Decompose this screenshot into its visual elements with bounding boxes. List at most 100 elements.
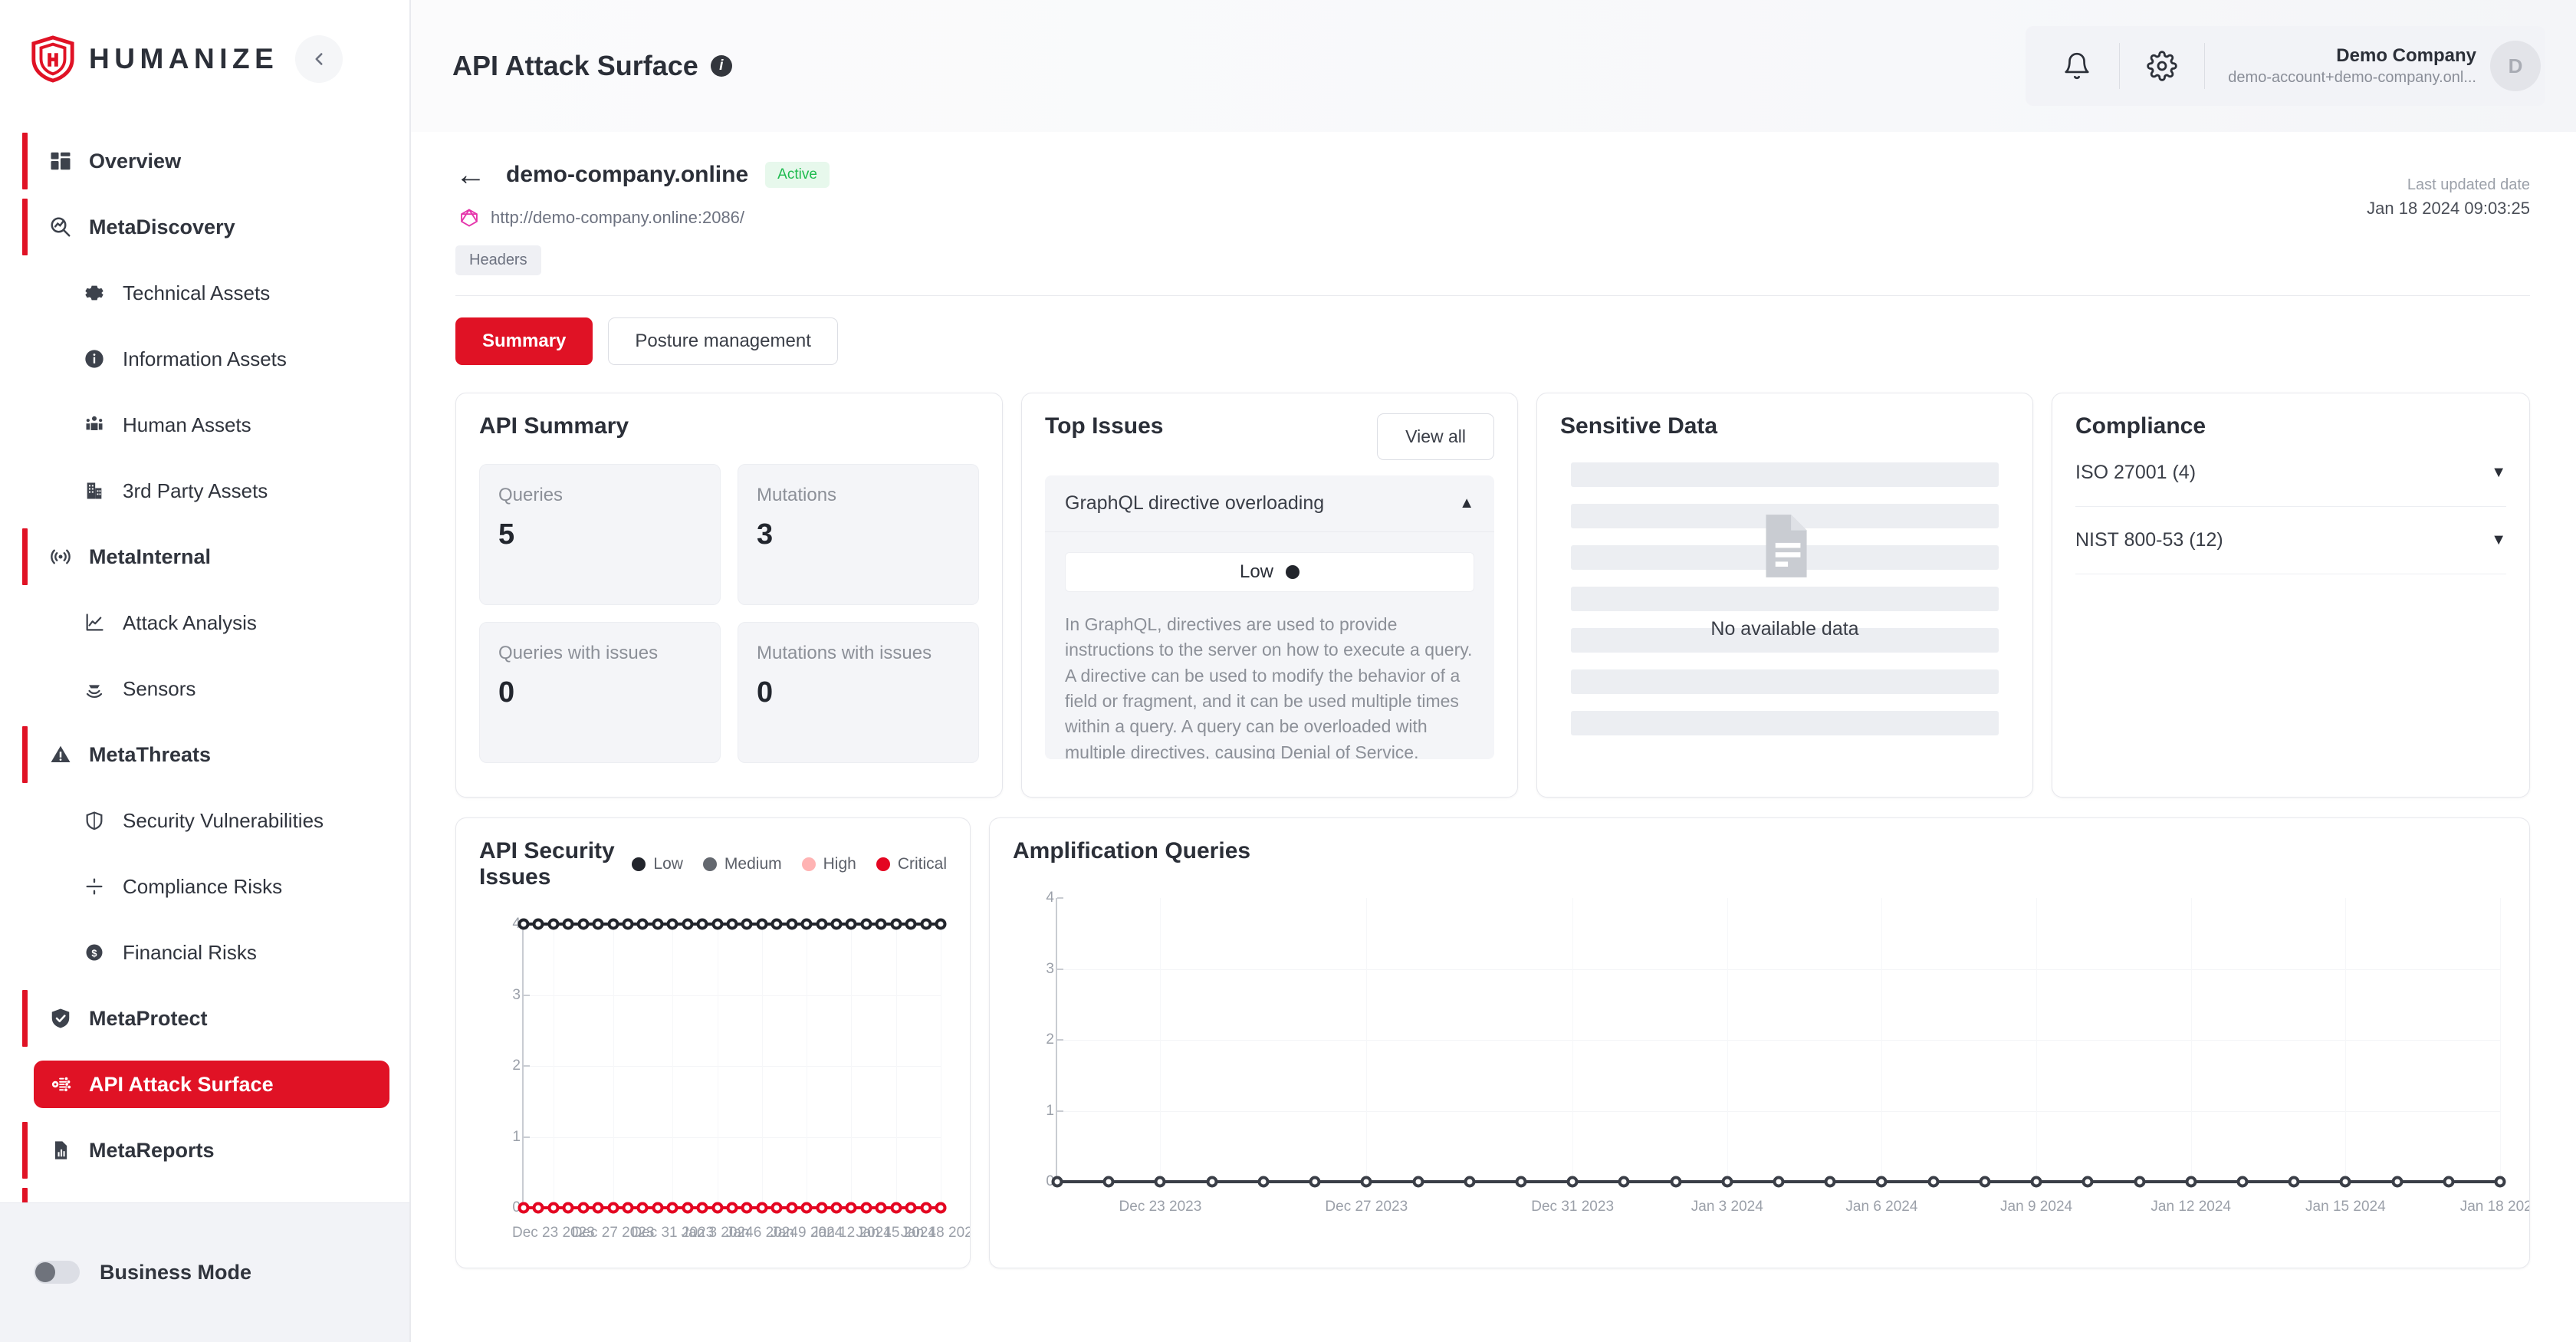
compliance-row-nist-800-53[interactable]: NIST 800-53 (12) ▼ (2075, 507, 2506, 574)
legend-item[interactable]: High (801, 855, 856, 873)
data-point[interactable] (816, 918, 828, 930)
back-arrow-icon[interactable]: ← (455, 160, 489, 190)
data-point[interactable] (786, 1202, 798, 1214)
sidebar-item-compliance-risks[interactable]: Compliance Risks (67, 863, 389, 910)
chevron-up-icon[interactable]: ▲ (1459, 495, 1474, 512)
sidebar-item-attack-analysis[interactable]: Attack Analysis (67, 599, 389, 646)
data-point[interactable] (711, 918, 724, 930)
data-point[interactable] (1721, 1176, 1733, 1188)
data-point[interactable] (547, 1202, 560, 1214)
sidebar-item-api-attack-surface[interactable]: API Attack Surface (34, 1061, 389, 1109)
info-icon[interactable]: i (710, 55, 732, 77)
data-point[interactable] (770, 918, 783, 930)
tab-posture-management[interactable]: Posture management (608, 317, 838, 365)
data-point[interactable] (2443, 1176, 2455, 1188)
data-point[interactable] (935, 918, 947, 930)
data-point[interactable] (2134, 1176, 2145, 1188)
data-point[interactable] (935, 1202, 947, 1214)
data-point[interactable] (2391, 1176, 2404, 1188)
sidebar-item-sensors[interactable]: Sensors (67, 665, 389, 712)
data-point[interactable] (920, 918, 932, 930)
user-menu[interactable]: Demo Company demo-account+demo-company.o… (2214, 41, 2541, 91)
data-point[interactable] (607, 1202, 619, 1214)
data-point[interactable] (577, 918, 590, 930)
data-point[interactable] (636, 1202, 649, 1214)
sidebar-item-events-warnings-alarms[interactable]: Events, Warnings, Alarms (34, 1192, 389, 1202)
data-point[interactable] (666, 1202, 678, 1214)
sidebar-item-metareports[interactable]: MetaReports (34, 1127, 389, 1174)
sidebar-item-metadiscovery[interactable]: MetaDiscovery (34, 203, 389, 251)
data-point[interactable] (622, 918, 634, 930)
data-point[interactable] (1773, 1176, 1785, 1188)
data-point[interactable] (518, 918, 530, 930)
data-point[interactable] (786, 918, 798, 930)
data-point[interactable] (1309, 1176, 1321, 1188)
data-point[interactable] (816, 1202, 828, 1214)
data-point[interactable] (830, 1202, 843, 1214)
sidebar-item-technical-assets[interactable]: Technical Assets (67, 269, 389, 317)
data-point[interactable] (2339, 1176, 2351, 1188)
legend-item[interactable]: Critical (876, 855, 947, 873)
legend-item[interactable]: Medium (702, 855, 782, 873)
bell-icon[interactable] (2044, 33, 2110, 99)
data-point[interactable] (726, 1202, 738, 1214)
data-point[interactable] (1464, 1176, 1476, 1188)
data-point[interactable] (2030, 1176, 2042, 1188)
legend-item[interactable]: Low (632, 855, 683, 873)
data-point[interactable] (1670, 1176, 1682, 1188)
chip-headers[interactable]: Headers (455, 245, 541, 275)
issue-accordion-header[interactable]: GraphQL directive overloading ▲ (1045, 475, 1494, 532)
sidebar-item-3rd-party-assets[interactable]: 3rd Party Assets (67, 467, 389, 515)
data-point[interactable] (875, 918, 887, 930)
data-point[interactable] (756, 918, 768, 930)
data-point[interactable] (2288, 1176, 2300, 1188)
data-point[interactable] (607, 918, 619, 930)
data-point[interactable] (1102, 1176, 1115, 1188)
data-point[interactable] (890, 1202, 902, 1214)
chevron-down-icon[interactable]: ▼ (2491, 464, 2506, 482)
data-point[interactable] (547, 918, 560, 930)
data-point[interactable] (636, 918, 649, 930)
data-point[interactable] (905, 1202, 917, 1214)
view-all-button[interactable]: View all (1377, 413, 1494, 460)
data-point[interactable] (562, 1202, 574, 1214)
sidebar-item-metaprotect[interactable]: MetaProtect (34, 995, 389, 1042)
avatar[interactable]: D (2490, 41, 2541, 91)
data-point[interactable] (1566, 1176, 1579, 1188)
business-mode-toggle[interactable] (34, 1261, 80, 1284)
data-point[interactable] (1154, 1176, 1166, 1188)
data-point[interactable] (741, 918, 753, 930)
data-point[interactable] (682, 1202, 694, 1214)
chevron-down-icon[interactable]: ▼ (2491, 531, 2506, 549)
sidebar-item-human-assets[interactable]: Human Assets (67, 401, 389, 449)
data-point[interactable] (860, 1202, 872, 1214)
data-point[interactable] (2494, 1176, 2506, 1188)
data-point[interactable] (1206, 1176, 1218, 1188)
data-point[interactable] (845, 918, 857, 930)
data-point[interactable] (875, 1202, 887, 1214)
data-point[interactable] (800, 918, 813, 930)
data-point[interactable] (666, 918, 678, 930)
data-point[interactable] (1927, 1176, 1940, 1188)
data-point[interactable] (741, 1202, 753, 1214)
sidebar-item-overview[interactable]: Overview (34, 137, 389, 185)
compliance-row-iso-27001[interactable]: ISO 27001 (4) ▼ (2075, 439, 2506, 507)
data-point[interactable] (1875, 1176, 1888, 1188)
sidebar-item-metainternal[interactable]: MetaInternal (34, 533, 389, 581)
data-point[interactable] (860, 918, 872, 930)
data-point[interactable] (518, 1202, 530, 1214)
data-point[interactable] (652, 918, 664, 930)
data-point[interactable] (1360, 1176, 1372, 1188)
data-point[interactable] (1515, 1176, 1527, 1188)
data-point[interactable] (1979, 1176, 1991, 1188)
tab-summary[interactable]: Summary (455, 317, 593, 365)
data-point[interactable] (622, 1202, 634, 1214)
data-point[interactable] (592, 918, 604, 930)
data-point[interactable] (845, 1202, 857, 1214)
data-point[interactable] (2185, 1176, 2197, 1188)
data-point[interactable] (770, 1202, 783, 1214)
data-point[interactable] (696, 918, 708, 930)
sidebar-item-metathreats[interactable]: MetaThreats (34, 731, 389, 778)
sidebar-collapse-button[interactable] (295, 35, 343, 83)
data-point[interactable] (562, 918, 574, 930)
